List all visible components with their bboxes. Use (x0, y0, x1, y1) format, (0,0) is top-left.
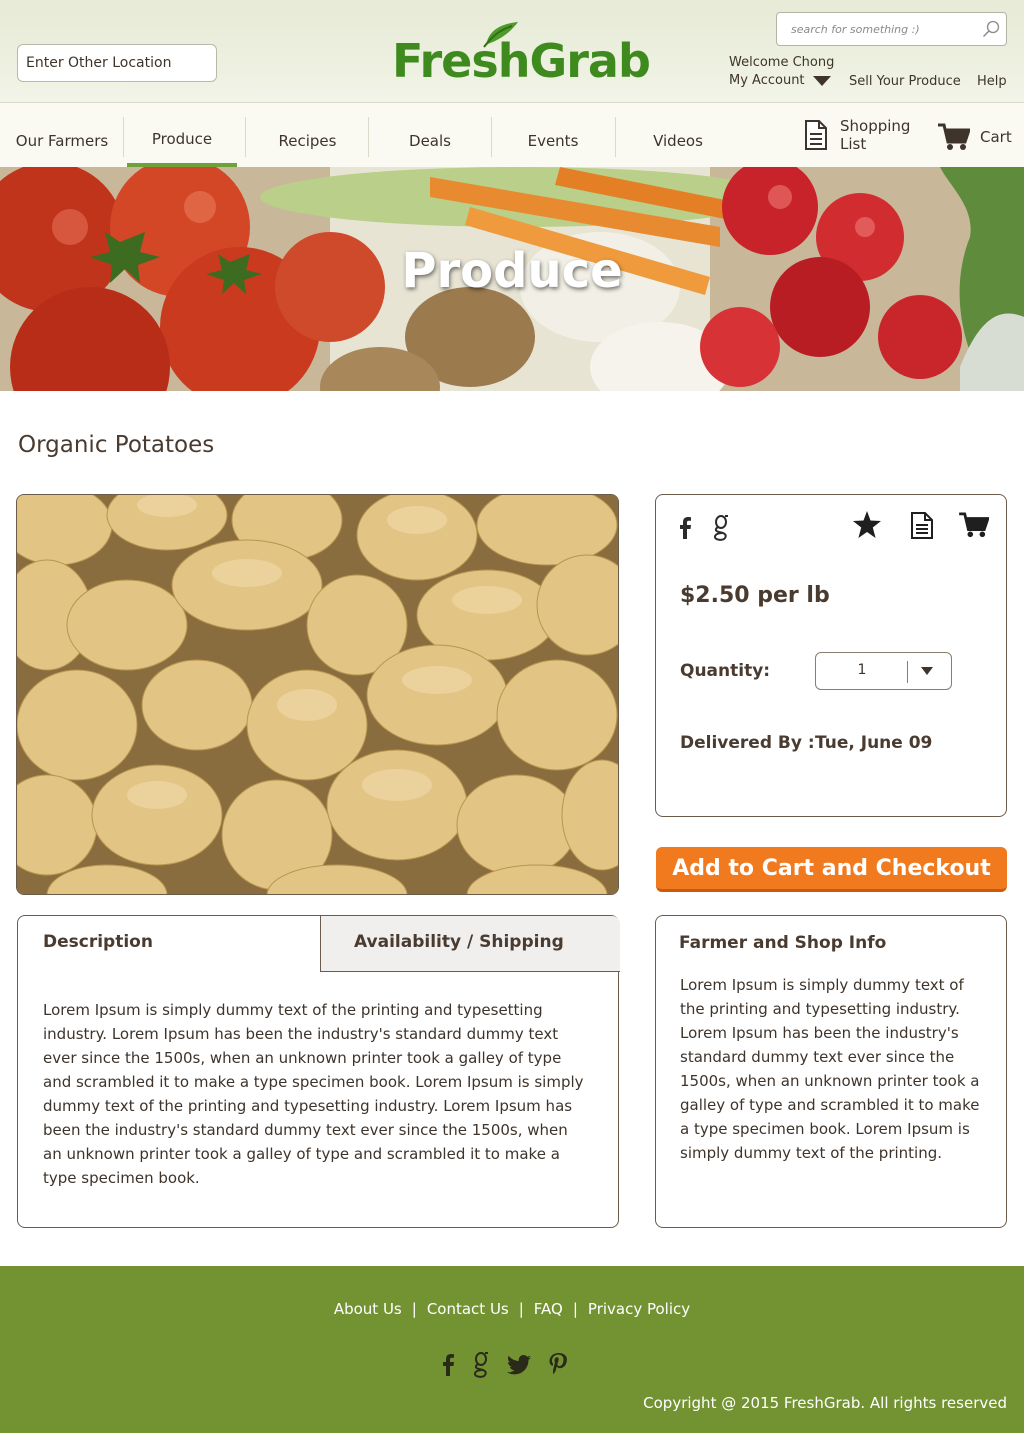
nav-divider (368, 117, 369, 157)
product-title: Organic Potatoes (18, 432, 215, 458)
copyright-text: Copyright @ 2015 FreshGrab. All rights r… (643, 1394, 1007, 1412)
nav-recipes[interactable]: Recipes (250, 115, 365, 167)
banner-title: Produce (401, 243, 623, 299)
brand-logo[interactable]: FreshGrab (392, 22, 651, 88)
star-icon[interactable] (853, 511, 881, 538)
nav-events[interactable]: Events (495, 115, 611, 167)
nav-videos[interactable]: Videos (620, 115, 736, 167)
cart-icon[interactable] (959, 512, 989, 538)
description-text: Lorem Ipsum is simply dummy text of the … (43, 1001, 584, 1187)
site-footer: About Us | Contact Us | FAQ | Privacy Policy C… (0, 1266, 1024, 1433)
page-banner: Produce (0, 167, 1024, 391)
product-tabs: Description Availability / Shipping Lore… (17, 915, 620, 1228)
document-icon (805, 120, 827, 150)
product-image (16, 494, 619, 895)
nav-divider (245, 117, 246, 157)
tab-availability-shipping[interactable]: Availability / Shipping (320, 916, 620, 972)
delivered-by-date: Tue, June 09 (815, 733, 933, 753)
my-account-label: My Account (729, 73, 805, 88)
facebook-icon[interactable] (678, 517, 692, 539)
nav-divider (615, 117, 616, 157)
shopping-list-label-2: List (840, 135, 867, 153)
footer-social (441, 1352, 567, 1378)
link-separator: | (411, 1300, 417, 1318)
brand-name: FreshGrab (392, 34, 651, 88)
tab-description[interactable]: Description (18, 916, 320, 972)
farmer-info-text: Lorem Ipsum is simply dummy text of the … (680, 976, 980, 1162)
link-separator: | (518, 1300, 524, 1318)
nav-divider (491, 117, 492, 157)
google-icon[interactable] (713, 515, 729, 541)
link-separator: | (572, 1300, 578, 1318)
product-info-box: $2.50 per lb Quantity: 1 Delivered By : … (655, 494, 1007, 817)
facebook-icon[interactable] (441, 1353, 455, 1377)
nav-our-farmers[interactable]: Our Farmers (8, 115, 116, 167)
location-input[interactable]: Enter Other Location (17, 44, 217, 82)
pinterest-icon[interactable] (549, 1353, 567, 1377)
site-header: Enter Other Location FreshGrab Welcome C… (0, 0, 1024, 103)
welcome-text: Welcome Chong (729, 55, 835, 70)
add-to-cart-checkout-button[interactable]: Add to Cart and Checkout (656, 847, 1007, 892)
potatoes-image (17, 495, 618, 894)
shopping-list-link[interactable]: Shopping List (804, 117, 910, 153)
caret-down-icon (812, 75, 831, 86)
footer-link-contact[interactable]: Contact Us (427, 1300, 509, 1318)
search-box[interactable] (776, 12, 1007, 46)
document-icon[interactable] (911, 512, 933, 539)
search-input[interactable] (777, 13, 967, 45)
select-divider (907, 661, 908, 683)
cart-icon (938, 123, 970, 150)
cart-label: Cart (980, 128, 1012, 146)
footer-links: About Us | Contact Us | FAQ | Privacy Policy (0, 1300, 1024, 1318)
google-icon[interactable] (473, 1352, 489, 1378)
search-icon[interactable] (982, 20, 1000, 38)
sell-produce-link[interactable]: Sell Your Produce (849, 74, 961, 89)
my-account-menu[interactable]: My Account (729, 73, 831, 88)
quantity-select[interactable]: 1 (815, 652, 952, 690)
delivered-by-label: Delivered By : (680, 733, 815, 753)
footer-link-privacy[interactable]: Privacy Policy (588, 1300, 690, 1318)
nav-produce[interactable]: Produce (127, 115, 237, 167)
quantity-label: Quantity: (680, 661, 771, 681)
nav-deals[interactable]: Deals (372, 115, 488, 167)
footer-link-faq[interactable]: FAQ (534, 1300, 563, 1318)
farmer-info-title: Farmer and Shop Info (679, 933, 887, 953)
cart-link[interactable]: Cart (938, 123, 1012, 151)
footer-link-about[interactable]: About Us (334, 1300, 402, 1318)
twitter-icon[interactable] (507, 1355, 531, 1375)
help-link[interactable]: Help (977, 74, 1007, 89)
caret-down-icon (921, 667, 933, 675)
shopping-list-label: Shopping (840, 117, 911, 135)
main-nav: Our Farmers Produce Recipes Deals Events… (0, 103, 1024, 167)
quantity-value: 1 (857, 662, 867, 678)
farmer-info-box: Farmer and Shop Info Lorem Ipsum is simp… (655, 915, 1007, 1228)
nav-divider (123, 117, 124, 157)
product-price: $2.50 per lb (680, 583, 830, 608)
